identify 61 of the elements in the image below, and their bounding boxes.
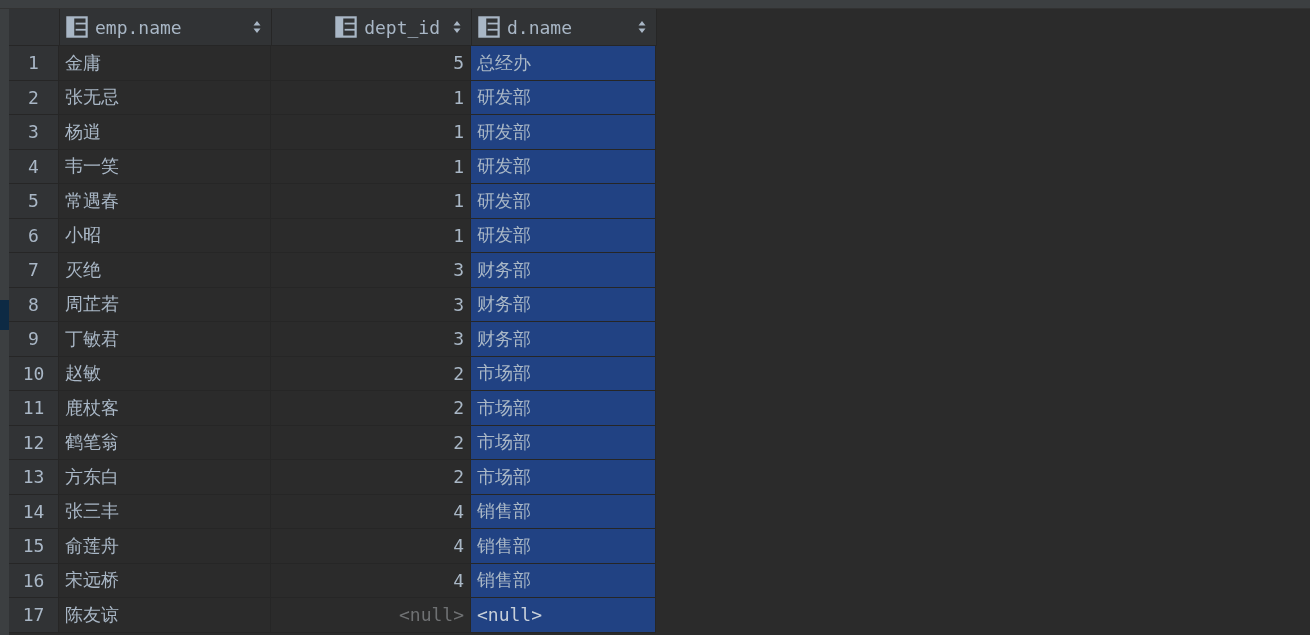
table-cell[interactable]: 总经办 xyxy=(471,46,656,81)
row-number: 14 xyxy=(9,494,59,529)
table-cell[interactable]: 市场部 xyxy=(471,356,656,391)
row-number: 12 xyxy=(9,425,59,460)
table-cell: 金庸 xyxy=(59,46,271,81)
table-cell[interactable]: 财务部 xyxy=(471,287,656,322)
gutter-marker xyxy=(0,300,9,330)
table-cell: 杨逍 xyxy=(59,115,271,150)
table-cell: 丁敏君 xyxy=(59,322,271,357)
row-number: 2 xyxy=(9,80,59,115)
row-number: 11 xyxy=(9,391,59,426)
row-number: 4 xyxy=(9,149,59,184)
table-cell: 方东白 xyxy=(59,460,271,495)
table-cell[interactable]: 财务部 xyxy=(471,322,656,357)
table-cell[interactable]: 销售部 xyxy=(471,494,656,529)
table-cell[interactable]: 研发部 xyxy=(471,115,656,150)
table-cell: 周芷若 xyxy=(59,287,271,322)
row-number: 9 xyxy=(9,322,59,357)
table-cell: 张无忌 xyxy=(59,80,271,115)
row-number: 5 xyxy=(9,184,59,219)
column-header[interactable]: dept_id xyxy=(272,9,472,45)
row-number: 1 xyxy=(9,46,59,81)
table-icon xyxy=(335,16,358,38)
table-cell: 常遇春 xyxy=(59,184,271,219)
table-cell: 宋远桥 xyxy=(59,563,271,598)
table-cell[interactable]: 研发部 xyxy=(471,149,656,184)
table-cell[interactable]: <null> xyxy=(471,598,656,633)
table-cell[interactable]: 研发部 xyxy=(471,184,656,219)
row-number: 13 xyxy=(9,460,59,495)
table-cell[interactable]: 市场部 xyxy=(471,425,656,460)
table-cell: 鹿杖客 xyxy=(59,391,271,426)
row-number: 17 xyxy=(9,598,59,633)
sort-icon[interactable] xyxy=(638,20,646,34)
table-cell: 张三丰 xyxy=(59,494,271,529)
table-cell[interactable]: 财务部 xyxy=(471,253,656,288)
column-header[interactable]: d.name xyxy=(472,9,657,45)
table-cell[interactable]: 市场部 xyxy=(471,391,656,426)
table-cell[interactable]: 销售部 xyxy=(471,563,656,598)
row-number: 3 xyxy=(9,115,59,150)
table-cell[interactable]: 销售部 xyxy=(471,529,656,564)
table-cell[interactable]: 市场部 xyxy=(471,460,656,495)
row-number: 16 xyxy=(9,563,59,598)
sort-icon[interactable] xyxy=(253,20,261,34)
table-cell: 小昭 xyxy=(59,218,271,253)
table-cell[interactable]: 研发部 xyxy=(471,218,656,253)
table-cell: 灭绝 xyxy=(59,253,271,288)
table-cell: 陈友谅 xyxy=(59,598,271,633)
row-number: 8 xyxy=(9,287,59,322)
row-number: 10 xyxy=(9,356,59,391)
table-icon xyxy=(66,16,88,38)
sort-icon[interactable] xyxy=(453,20,461,34)
row-number: 6 xyxy=(9,218,59,253)
row-number: 7 xyxy=(9,253,59,288)
table-cell[interactable]: 研发部 xyxy=(471,80,656,115)
table-cell: 赵敏 xyxy=(59,356,271,391)
column-header[interactable]: emp.name xyxy=(60,9,272,45)
table-cell: 俞莲舟 xyxy=(59,529,271,564)
table-cell: 鹤笔翁 xyxy=(59,425,271,460)
row-number: 15 xyxy=(9,529,59,564)
table-cell: 韦一笑 xyxy=(59,149,271,184)
table-icon xyxy=(478,16,500,38)
